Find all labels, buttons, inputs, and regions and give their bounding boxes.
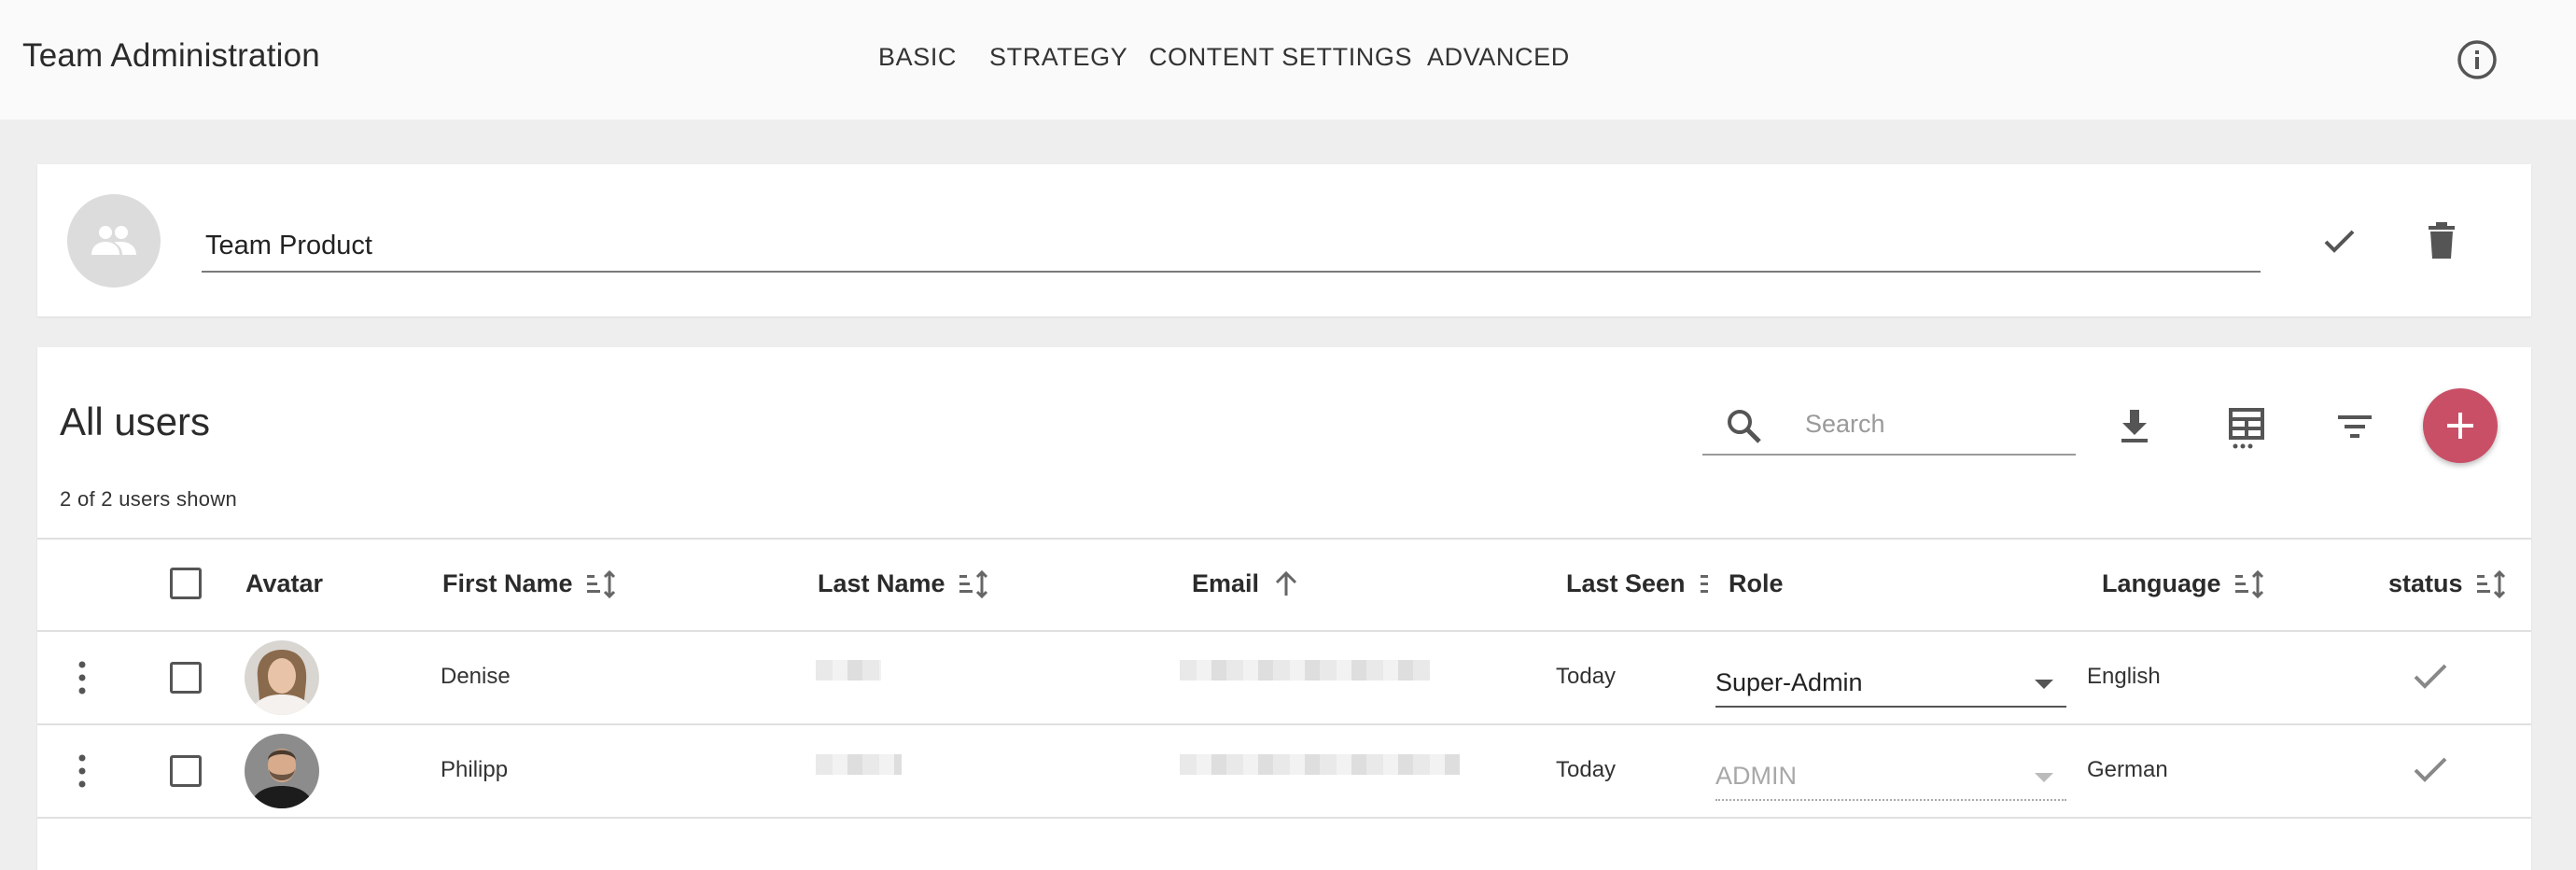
- info-button[interactable]: [2455, 37, 2499, 82]
- column-header-role: Role: [1729, 569, 1784, 598]
- column-label: Role: [1729, 569, 1784, 597]
- avatar: [245, 734, 319, 808]
- sort-icon[interactable]: [586, 569, 618, 598]
- download-icon: [2121, 410, 2148, 442]
- team-avatar[interactable]: [67, 194, 161, 288]
- search-field[interactable]: [1702, 396, 2076, 456]
- add-icon: [2447, 413, 2473, 439]
- row-divider: [37, 723, 2531, 725]
- sort-icon[interactable]: [2476, 569, 2508, 598]
- cell-last-name-redacted: [816, 660, 881, 681]
- delete-team-button[interactable]: [2415, 215, 2468, 267]
- sort-ascending-icon[interactable]: [1272, 570, 1300, 598]
- table-top-divider: [37, 538, 2531, 540]
- sort-icon[interactable]: [1699, 570, 1710, 598]
- cell-email-redacted: [1180, 660, 1430, 681]
- search-icon: [1728, 410, 1761, 443]
- column-label: Avatar: [245, 569, 324, 597]
- column-label: Language: [2102, 569, 2221, 597]
- chevron-down-icon: [2035, 773, 2053, 782]
- column-label: Last Seen: [1566, 569, 1686, 597]
- app-title: Team Administration: [22, 37, 320, 74]
- filter-icon: [2338, 415, 2372, 438]
- column-header-last-name[interactable]: Last Name: [818, 569, 990, 598]
- select-all-checkbox[interactable]: [170, 568, 202, 599]
- column-header-status[interactable]: status: [2388, 569, 2508, 598]
- tab-strategy[interactable]: STRATEGY: [989, 43, 1127, 72]
- column-header-last-seen[interactable]: Last Seen: [1566, 569, 1710, 598]
- filter-button[interactable]: [2331, 403, 2378, 450]
- avatar: [245, 640, 319, 715]
- cell-language: German: [2087, 757, 2168, 782]
- search-input[interactable]: [1805, 405, 2066, 442]
- row-checkbox[interactable]: [170, 662, 202, 694]
- cell-last-seen: Today: [1556, 757, 1617, 782]
- cell-email-redacted: [1180, 754, 1460, 775]
- role-select-disabled: ADMIN: [1715, 749, 2066, 801]
- tab-advanced[interactable]: ADVANCED: [1427, 43, 1570, 72]
- download-button[interactable]: [2111, 403, 2158, 450]
- role-select[interactable]: Super-Admin: [1715, 655, 2066, 708]
- cell-first-name: Philipp: [441, 757, 509, 782]
- users-title: All users: [60, 400, 211, 443]
- app-bar: Team Administration BASIC STRATEGY CONTE…: [0, 0, 2576, 119]
- column-label: Email: [1192, 569, 1260, 597]
- sort-icon[interactable]: [2234, 569, 2266, 598]
- column-header-avatar: Avatar: [245, 569, 323, 598]
- team-card: [37, 164, 2531, 316]
- users-card: All users 2 of 2 users shown Search Avat…: [37, 347, 2531, 870]
- info-icon: [2457, 40, 2497, 79]
- chevron-down-icon: [2035, 680, 2053, 689]
- save-team-button[interactable]: [2313, 215, 2365, 267]
- row-checkbox[interactable]: [170, 755, 202, 787]
- table-header-divider: [37, 630, 2531, 632]
- role-select-value: ADMIN: [1715, 762, 1797, 790]
- more-vert-icon[interactable]: [73, 659, 91, 696]
- cell-language: English: [2087, 664, 2161, 689]
- tab-basic[interactable]: BASIC: [878, 43, 957, 72]
- team-name-input[interactable]: [202, 220, 2261, 273]
- cell-first-name: Denise: [441, 664, 511, 689]
- row-divider: [37, 817, 2531, 819]
- tab-content-settings[interactable]: CONTENT SETTINGS: [1149, 43, 1412, 72]
- column-header-language[interactable]: Language: [2102, 569, 2266, 598]
- column-header-first-name[interactable]: First Name: [442, 569, 618, 598]
- column-label: status: [2388, 569, 2463, 597]
- users-count: 2 of 2 users shown: [60, 487, 238, 511]
- add-user-button[interactable]: [2423, 388, 2498, 463]
- check-icon: [2324, 230, 2355, 253]
- group-icon: [91, 226, 136, 255]
- column-header-email[interactable]: Email: [1192, 569, 1300, 598]
- cell-last-seen: Today: [1556, 664, 1617, 689]
- columns-button[interactable]: [2221, 403, 2272, 454]
- more-vert-icon[interactable]: [73, 752, 91, 790]
- table-columns-icon: [2229, 408, 2264, 449]
- column-label: Last Name: [818, 569, 945, 597]
- column-label: First Name: [442, 569, 573, 597]
- delete-icon: [2429, 222, 2455, 259]
- role-select-value: Super-Admin: [1715, 668, 1863, 696]
- cell-last-name-redacted: [816, 754, 902, 775]
- sort-icon[interactable]: [959, 569, 990, 598]
- check-icon: [2414, 664, 2447, 689]
- check-icon: [2414, 757, 2447, 782]
